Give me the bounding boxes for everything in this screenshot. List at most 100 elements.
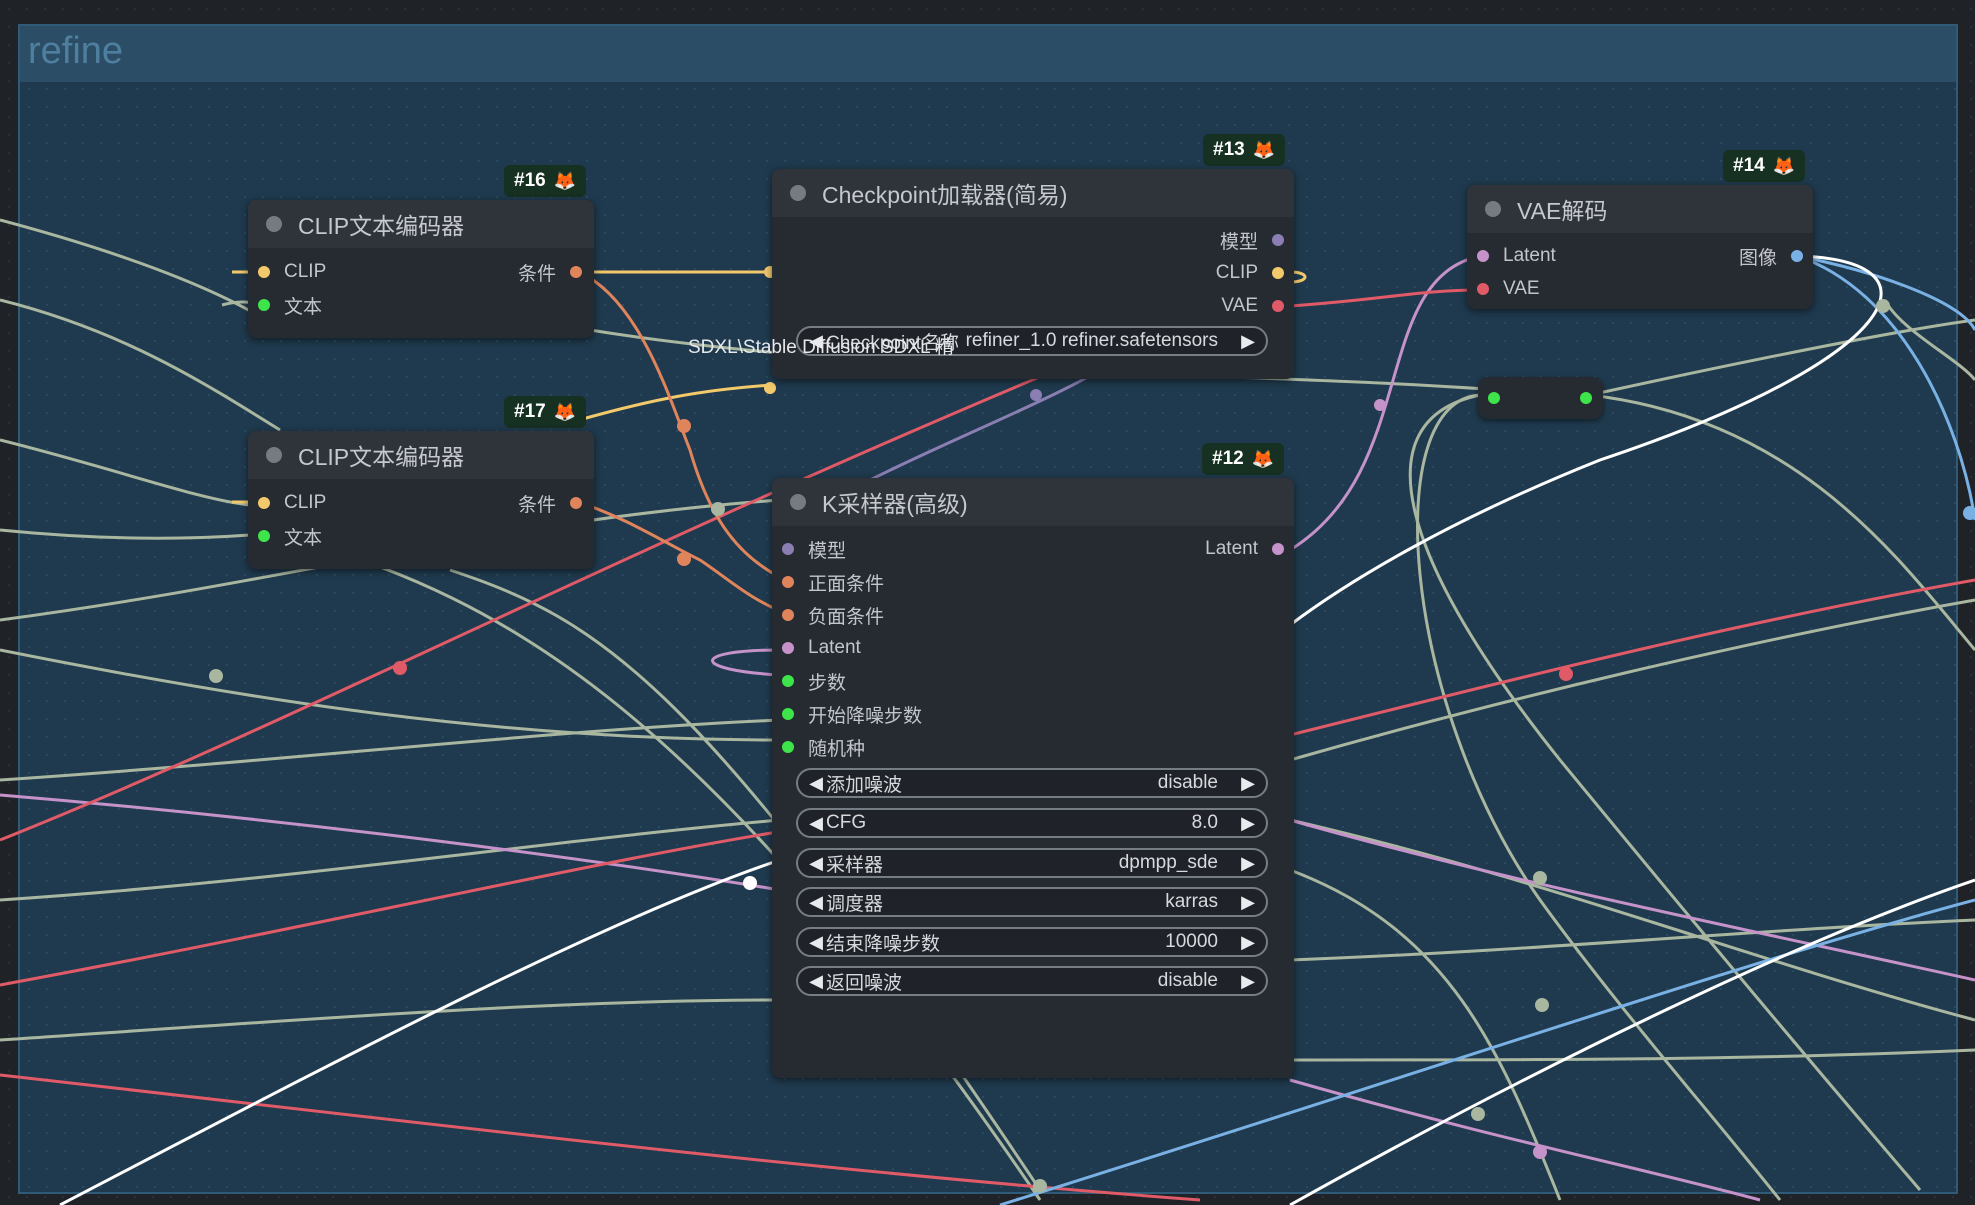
return-noise-combo[interactable]: ◀ 返回噪波 disable ▶ <box>796 966 1268 996</box>
node-clip-text-encoder-17[interactable]: CLIP文本编码器 CLIP 文本 条件 <box>248 431 594 569</box>
increment-arrow-icon[interactable]: ▶ <box>1238 813 1258 834</box>
node-14-badge: #14 🦊 <box>1723 150 1806 182</box>
decrement-arrow-icon[interactable]: ◀ <box>806 932 826 953</box>
input-dot[interactable] <box>782 741 794 753</box>
input-dot[interactable] <box>258 299 270 311</box>
add-noise-combo[interactable]: ◀ 添加噪波 disable ▶ <box>796 768 1268 798</box>
input-model[interactable]: 模型 <box>782 534 846 564</box>
wire-midpoint <box>677 419 691 433</box>
decrement-arrow-icon[interactable]: ◀ <box>806 971 826 992</box>
collapse-dot[interactable] <box>1485 201 1501 217</box>
input-text[interactable]: 文本 <box>258 521 322 551</box>
slot-label: 文本 <box>284 296 323 318</box>
input-negative[interactable]: 负面条件 <box>782 600 884 630</box>
input-dot[interactable] <box>782 642 794 654</box>
input-dot[interactable] <box>782 675 794 687</box>
wire-midpoint <box>209 669 223 683</box>
wire-latent <box>0 793 781 892</box>
node-header[interactable]: K采样器(高级) <box>772 478 1294 526</box>
slot-label: 随机种 <box>808 738 866 760</box>
increment-arrow-icon[interactable]: ▶ <box>1238 773 1258 794</box>
node-16-badge: #16 🦊 <box>504 165 587 197</box>
input-start-step[interactable]: 开始降噪步数 <box>782 699 922 729</box>
sampler-combo[interactable]: ◀ 采样器 dpmpp_sde ▶ <box>796 848 1268 878</box>
slot-label: 开始降噪步数 <box>808 705 923 727</box>
node-id: #12 <box>1212 448 1244 469</box>
wire-gray <box>0 528 251 540</box>
output-image[interactable]: 图像 <box>1739 241 1803 271</box>
output-dot[interactable] <box>1272 543 1284 555</box>
scheduler-combo[interactable]: ◀ 调度器 karras ▶ <box>796 887 1268 917</box>
wire-midpoint <box>1533 1145 1547 1159</box>
output-dot[interactable] <box>570 266 582 278</box>
node-ksampler-advanced-12[interactable]: K采样器(高级) 模型 正面条件 负面条件 Latent 步数 开始降噪步数 随… <box>772 478 1294 1078</box>
output-conditioning[interactable]: 条件 <box>518 488 582 518</box>
widget-label: 结束降噪步数 <box>826 933 941 955</box>
widget-label: 添加噪波 <box>826 774 903 796</box>
reroute-input-dot[interactable] <box>1488 392 1500 404</box>
input-vae[interactable]: VAE <box>1477 274 1540 304</box>
input-dot[interactable] <box>782 708 794 720</box>
reroute-node[interactable] <box>1478 377 1603 419</box>
node-header[interactable]: CLIP文本编码器 <box>248 431 594 479</box>
increment-arrow-icon[interactable]: ▶ <box>1238 331 1258 352</box>
increment-arrow-icon[interactable]: ▶ <box>1238 932 1258 953</box>
wire-midpoint <box>1559 667 1573 681</box>
increment-arrow-icon[interactable]: ▶ <box>1238 892 1258 913</box>
wire-gray <box>0 438 251 507</box>
output-dot[interactable] <box>570 497 582 509</box>
widget-label: CFG <box>826 812 867 833</box>
increment-arrow-icon[interactable]: ▶ <box>1238 971 1258 992</box>
output-model[interactable]: 模型 <box>1220 225 1284 255</box>
input-dot[interactable] <box>782 609 794 621</box>
node-clip-text-encoder-16[interactable]: CLIP文本编码器 CLIP 文本 条件 <box>248 200 594 338</box>
decrement-arrow-icon[interactable]: ◀ <box>806 813 826 834</box>
output-vae[interactable]: VAE <box>1221 291 1284 321</box>
input-dot[interactable] <box>782 543 794 555</box>
output-dot[interactable] <box>1272 234 1284 246</box>
output-dot[interactable] <box>1272 267 1284 279</box>
fox-icon: 🦊 <box>553 170 577 191</box>
input-latent[interactable]: Latent <box>1477 241 1556 271</box>
output-latent[interactable]: Latent <box>1205 534 1284 564</box>
node-12-badge: #12 🦊 <box>1202 443 1285 475</box>
node-vae-decode-14[interactable]: VAE解码 Latent VAE 图像 <box>1467 185 1813 309</box>
wire-gray <box>1289 868 1562 1201</box>
wire-latent <box>1289 1078 1761 1202</box>
input-positive[interactable]: 正面条件 <box>782 567 884 597</box>
cfg-number[interactable]: ◀ CFG 8.0 ▶ <box>796 808 1268 838</box>
increment-arrow-icon[interactable]: ▶ <box>1238 853 1258 874</box>
input-steps[interactable]: 步数 <box>782 666 846 696</box>
slot-label: CLIP <box>284 261 327 282</box>
input-dot[interactable] <box>1477 250 1489 262</box>
input-clip[interactable]: CLIP <box>258 488 326 518</box>
input-dot[interactable] <box>258 497 270 509</box>
reroute-output-dot[interactable] <box>1580 392 1592 404</box>
input-clip[interactable]: CLIP <box>258 257 326 287</box>
node-header[interactable]: Checkpoint加载器(简易) <box>772 169 1294 217</box>
output-dot[interactable] <box>1272 300 1284 312</box>
slot-label: 条件 <box>517 263 556 285</box>
input-dot[interactable] <box>258 530 270 542</box>
output-conditioning[interactable]: 条件 <box>518 257 582 287</box>
wire-midpoint <box>743 876 757 890</box>
decrement-arrow-icon[interactable]: ◀ <box>806 853 826 874</box>
input-text[interactable]: 文本 <box>258 290 322 320</box>
node-header[interactable]: CLIP文本编码器 <box>248 200 594 248</box>
input-seed[interactable]: 随机种 <box>782 732 865 762</box>
wire-midpoint <box>764 382 776 394</box>
collapse-dot[interactable] <box>266 447 282 463</box>
decrement-arrow-icon[interactable]: ◀ <box>806 892 826 913</box>
output-dot[interactable] <box>1791 250 1803 262</box>
collapse-dot[interactable] <box>266 216 282 232</box>
collapse-dot[interactable] <box>790 494 806 510</box>
output-clip[interactable]: CLIP <box>1216 258 1284 288</box>
node-header[interactable]: VAE解码 <box>1467 185 1813 233</box>
end-step-number[interactable]: ◀ 结束降噪步数 10000 ▶ <box>796 927 1268 957</box>
input-dot[interactable] <box>1477 283 1489 295</box>
input-dot[interactable] <box>782 576 794 588</box>
input-latent[interactable]: Latent <box>782 633 861 663</box>
decrement-arrow-icon[interactable]: ◀ <box>806 773 826 794</box>
input-dot[interactable] <box>258 266 270 278</box>
collapse-dot[interactable] <box>790 185 806 201</box>
